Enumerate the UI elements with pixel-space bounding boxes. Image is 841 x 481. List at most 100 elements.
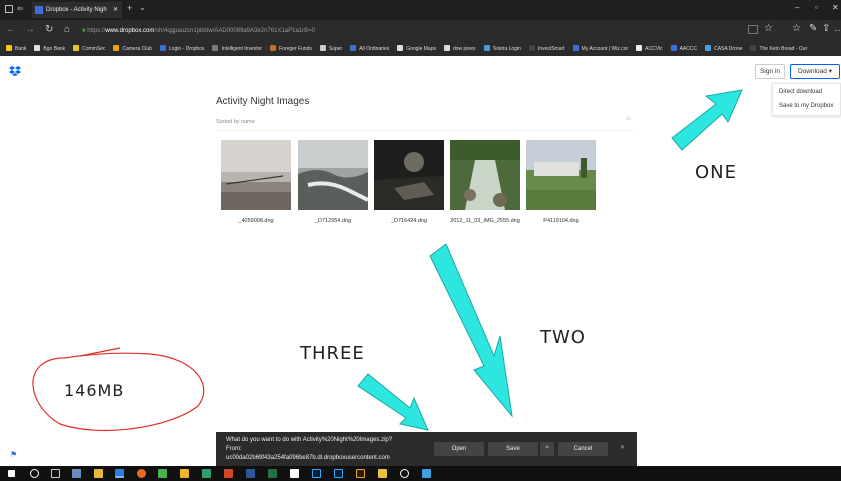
save-options-button[interactable]: ^ bbox=[540, 442, 554, 456]
download-from-host: uc00da02b69f43a254fa096be87b.dl.dropboxu… bbox=[226, 455, 390, 461]
favorite-link[interactable]: Foreger Funds bbox=[270, 42, 312, 56]
favorite-label: Google Maps bbox=[406, 46, 436, 52]
download-notification-bar: What do you want to do with Activity%20N… bbox=[216, 432, 637, 466]
close-window-icon[interactable]: ✕ bbox=[832, 3, 839, 12]
word-icon[interactable] bbox=[246, 469, 255, 478]
favorite-link[interactable]: Telstra Login bbox=[483, 42, 521, 56]
cortana-icon[interactable] bbox=[30, 469, 39, 478]
app-icon[interactable] bbox=[158, 469, 167, 478]
forward-icon[interactable]: → bbox=[25, 24, 35, 35]
firefox-icon[interactable] bbox=[137, 469, 146, 478]
powerpoint-icon[interactable] bbox=[224, 469, 233, 478]
favorite-site-icon bbox=[528, 45, 535, 51]
refresh-icon[interactable]: ↻ bbox=[45, 24, 53, 35]
annotation-size: 146MB bbox=[64, 381, 125, 400]
tab-title: Dropbox - Activity Nigh bbox=[46, 7, 107, 13]
favorite-link[interactable]: Bank bbox=[6, 42, 26, 56]
app-icon[interactable] bbox=[378, 469, 387, 478]
favorite-link[interactable]: Super bbox=[319, 42, 342, 56]
favorite-label: Telstra Login bbox=[492, 46, 521, 52]
favorite-site-icon bbox=[212, 45, 219, 51]
download-from-label: From: bbox=[226, 446, 242, 452]
open-button[interactable]: Open bbox=[434, 442, 484, 456]
photoshop-icon[interactable] bbox=[312, 469, 321, 478]
close-icon[interactable]: ✕ bbox=[620, 444, 625, 451]
arrow-three-icon bbox=[357, 373, 429, 431]
tab-manager-icon[interactable] bbox=[5, 5, 13, 13]
annotation-one: ONE bbox=[695, 162, 738, 183]
cancel-button[interactable]: Cancel bbox=[558, 442, 608, 456]
favorite-link[interactable]: Intelligent Investor bbox=[212, 42, 262, 56]
favorite-link[interactable]: All Ordinaries bbox=[350, 42, 389, 56]
dropbox-tab-icon bbox=[35, 6, 43, 14]
favorite-site-icon bbox=[113, 45, 120, 51]
favorite-link[interactable]: Login - Dropbox bbox=[159, 42, 204, 56]
more-icon[interactable]: … bbox=[834, 23, 841, 34]
favorite-link[interactable]: CommSec bbox=[73, 42, 105, 56]
url-domain: www.dropbox.com bbox=[105, 28, 155, 34]
favorite-site-icon bbox=[483, 45, 490, 51]
favorites-bar: Bank Bgo Bank CommSec Camera Club Login - Dr… bbox=[0, 42, 841, 56]
favorite-label: My Account | Wiz.cor bbox=[581, 46, 629, 52]
tab-list-icon[interactable]: ⌄ bbox=[139, 3, 146, 12]
favorite-link[interactable]: ACCVic bbox=[636, 42, 663, 56]
favorite-link[interactable]: Bgo Bank bbox=[34, 42, 65, 56]
favorite-link[interactable]: CASA Drone bbox=[705, 42, 742, 56]
lightroom-icon[interactable] bbox=[334, 469, 343, 478]
excel-icon[interactable] bbox=[268, 469, 277, 478]
favorite-label: ACCVic bbox=[645, 46, 663, 52]
favorite-label: All Ordinaries bbox=[359, 46, 390, 52]
reading-view-icon[interactable] bbox=[748, 25, 758, 34]
favorite-label: The Keto Bread - Our bbox=[759, 46, 808, 52]
share-icon[interactable]: ⇪ bbox=[822, 23, 830, 34]
tab-close-icon[interactable]: ✕ bbox=[113, 2, 118, 18]
calculator-icon[interactable] bbox=[72, 469, 81, 478]
bridge-icon[interactable] bbox=[356, 469, 365, 478]
minimize-icon[interactable]: – bbox=[795, 3, 799, 12]
edge-browser-icon[interactable] bbox=[115, 469, 124, 478]
maximize-icon[interactable]: ▫ bbox=[815, 3, 818, 12]
publisher-icon[interactable] bbox=[202, 469, 211, 478]
favorite-site-icon bbox=[750, 45, 757, 51]
home-icon[interactable]: ⌂ bbox=[64, 24, 70, 35]
favorite-link[interactable]: My Account | Wiz.cor bbox=[572, 42, 629, 56]
favorite-link[interactable]: Google Maps bbox=[397, 42, 436, 56]
url-field[interactable]: ■ https://www.dropbox.com/sh/4qgpauzcn1p… bbox=[82, 25, 682, 37]
lock-icon: ■ bbox=[82, 28, 86, 34]
back-tab-icon[interactable]: ⇐ bbox=[17, 4, 24, 13]
download-question: What do you want to do with Activity%20N… bbox=[226, 437, 393, 443]
arrow-one-icon bbox=[671, 89, 743, 151]
favorite-label: Camera Club bbox=[122, 46, 152, 52]
pen-icon[interactable]: ✎ bbox=[809, 23, 817, 34]
favorite-site-icon bbox=[350, 45, 357, 51]
camera-app-icon[interactable] bbox=[400, 469, 409, 478]
windows-taskbar bbox=[0, 466, 841, 481]
annotation-layer bbox=[32, 89, 743, 432]
file-explorer-icon[interactable] bbox=[94, 469, 103, 478]
save-button[interactable]: Save bbox=[488, 442, 538, 456]
favorite-site-icon bbox=[270, 45, 277, 51]
save-label: Save bbox=[506, 446, 520, 452]
open-label: Open bbox=[451, 446, 467, 452]
outlook-icon[interactable] bbox=[180, 469, 189, 478]
favorite-link[interactable]: Camera Club bbox=[113, 42, 152, 56]
new-tab-icon[interactable]: + bbox=[127, 3, 132, 13]
favorite-site-icon bbox=[73, 45, 80, 51]
favorite-link[interactable]: InvestSmart bbox=[528, 42, 565, 56]
browser-tab[interactable]: Dropbox - Activity Nigh ✕ bbox=[32, 2, 122, 18]
favorites-hub-icon[interactable]: ☆ bbox=[792, 23, 801, 34]
task-view-icon[interactable] bbox=[51, 469, 60, 478]
favorite-link[interactable]: The Keto Bread - Our bbox=[750, 42, 807, 56]
feedback-flag-icon[interactable]: ⚑ bbox=[10, 450, 17, 459]
url-prefix: https:// bbox=[87, 28, 106, 34]
dropbox-page: Sign in Download ▾ Direct download Save … bbox=[0, 56, 841, 466]
favorite-star-icon[interactable]: ☆ bbox=[764, 23, 773, 34]
app-icon[interactable] bbox=[422, 469, 431, 478]
favorite-link[interactable]: dow jones bbox=[443, 42, 476, 56]
favorite-label: Bgo Bank bbox=[43, 46, 66, 52]
start-icon[interactable] bbox=[8, 470, 15, 477]
document-icon[interactable] bbox=[290, 469, 299, 478]
favorite-link[interactable]: AACCC bbox=[670, 42, 697, 56]
favorite-label: CASA Drone bbox=[714, 46, 743, 52]
back-icon[interactable]: ← bbox=[6, 24, 16, 35]
